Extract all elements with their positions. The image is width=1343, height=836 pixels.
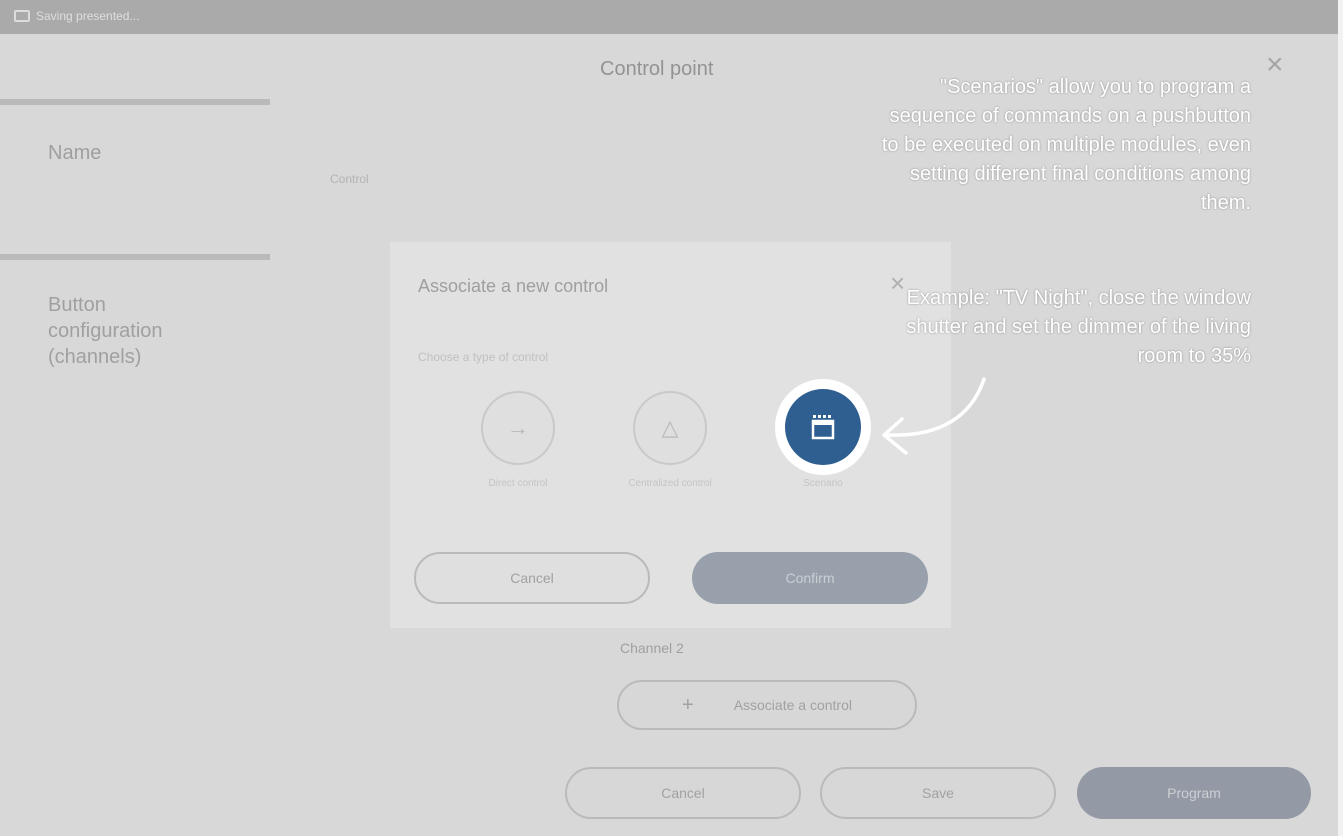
pointer-arrow-icon	[882, 377, 986, 455]
tutorial-line: "Scenarios" allow you to program a	[939, 76, 1251, 98]
clapperboard-icon	[811, 415, 835, 440]
tutorial-line: sequence of commands on a pushbutton	[889, 105, 1251, 127]
tutorial-line: room to 35%	[1137, 345, 1251, 367]
tutorial-line: Example: "TV Night", close the window	[906, 287, 1251, 309]
tutorial-line: setting different final conditions among	[910, 163, 1251, 185]
app-window: Saving presented... Control point × Name…	[0, 0, 1343, 836]
tutorial-line: shutter and set the dimmer of the living	[906, 316, 1251, 338]
tutorial-text: "Scenarios" allow you to program a seque…	[882, 73, 1251, 218]
tutorial-example: Example: "TV Night", close the window sh…	[906, 284, 1251, 371]
window-edge	[1338, 0, 1343, 836]
scenario-option[interactable]	[785, 389, 861, 465]
tutorial-line: them.	[1200, 192, 1251, 214]
tutorial-line: to be executed on multiple modules, even	[881, 134, 1251, 156]
